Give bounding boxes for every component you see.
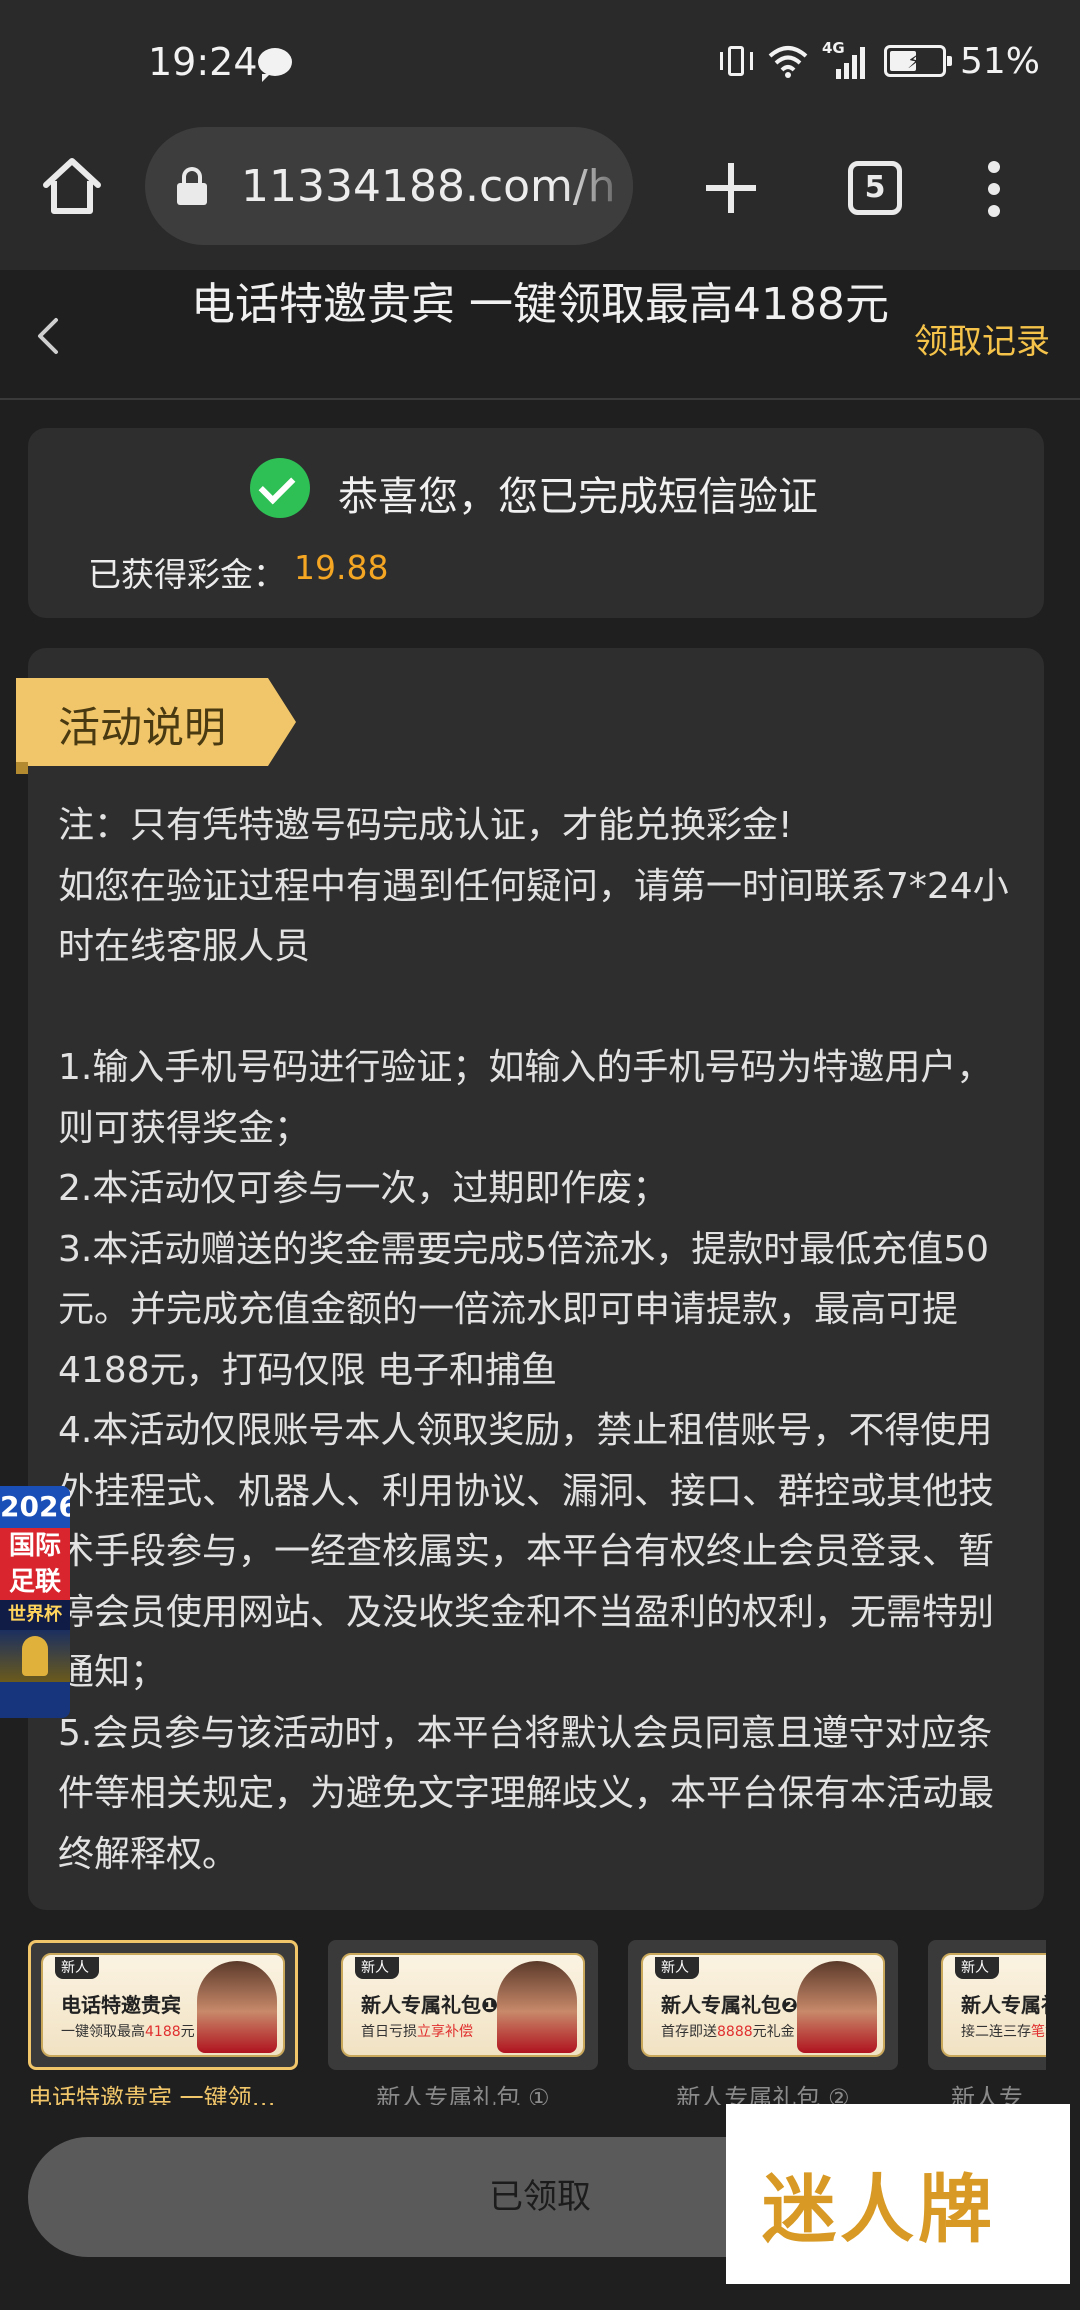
gift-subtitle: 首存即送8888元礼金 <box>661 2024 795 2040</box>
new-user-badge: 新人 <box>55 1957 99 1979</box>
verification-success-card: 恭喜您，您已完成短信验证 已获得彩金： 19.88 <box>28 428 1044 618</box>
bonus-value: 19.88 <box>294 548 389 587</box>
gift-title: 电话特邀贵宾 <box>61 1993 181 2017</box>
model-image <box>497 1961 577 2053</box>
battery-percent: 51% <box>959 40 1040 82</box>
chat-notification-icon <box>258 48 292 82</box>
rule-4: 4.本活动仅限账号本人领取奖励，禁止租借账号，不得使用外挂程式、机器人、利用协议… <box>58 1410 995 1693</box>
watermark-logo: 迷人牌 <box>726 2104 1070 2284</box>
activity-tag-label: 活动说明 <box>58 703 227 752</box>
gift-banner: 新人 新人专属礼包❷ 首存即送8888元礼金 <box>628 1940 898 2070</box>
badge-year: 2026 <box>0 1486 70 1528</box>
gift-banner: 新人 电话特邀贵宾 一键领取最高4188元 <box>28 1940 298 2070</box>
back-icon[interactable] <box>36 316 60 356</box>
gift-banner: 新人 新人专属礼包❶ 首日亏损立享补偿 <box>328 1940 598 2070</box>
rule-5: 5.会员参与该活动时，本平台将默认会员同意且遵守对应条件等相关规定，为避免文字理… <box>58 1712 995 1875</box>
badge-line-3: 世界杯 <box>0 1600 70 1630</box>
rule-note: 注：只有凭特邀号码完成认证，才能兑换彩金! <box>58 805 793 846</box>
address-bar[interactable]: 11334188.com/h <box>145 127 633 245</box>
browser-toolbar: 11334188.com/h 5 <box>0 125 1080 270</box>
page-header: 电话特邀贵宾 一键领取最高4188元 领取记录 <box>0 270 1080 400</box>
model-image <box>797 1961 877 2053</box>
check-circle-icon <box>250 458 310 518</box>
gift-card[interactable]: 新人 新人专属礼包❶ 首日亏损立享补偿 新人专属礼包 ① <box>328 1940 598 2113</box>
activity-rules: 注：只有凭特邀号码完成认证，才能兑换彩金! 如您在验证过程中有遇到任何疑问，请第… <box>58 796 1010 1885</box>
new-tab-icon[interactable] <box>706 163 756 213</box>
page-title: 电话特邀贵宾 一键领取最高4188元 <box>191 279 889 330</box>
new-user-badge: 新人 <box>955 1957 999 1979</box>
model-image <box>197 1961 277 2053</box>
gift-title: 新人专属礼包❶ <box>361 1993 498 2017</box>
gift-card[interactable]: 新人 新人专属礼包❷ 首存即送8888元礼金 新人专属礼包 ② <box>628 1940 898 2113</box>
gift-title: 新人专属礼包❷ <box>661 1993 798 2017</box>
vibrate-icon <box>718 44 754 78</box>
new-user-badge: 新人 <box>655 1957 699 1979</box>
home-icon[interactable] <box>40 155 104 219</box>
url-text: 11334188.com/h <box>241 161 616 212</box>
gift-card[interactable]: 新人 电话特邀贵宾 一键领取最高4188元 电话特邀贵宾 一键领取最高4188元 <box>28 1940 298 2113</box>
badge-line-1: 国际 <box>0 1528 70 1564</box>
new-user-badge: 新人 <box>355 1957 399 1979</box>
watermark-text: 迷人牌 <box>762 2167 996 2253</box>
rule-spacer <box>58 978 1010 1039</box>
gift-carousel: 新人 电话特邀贵宾 一键领取最高4188元 电话特邀贵宾 一键领取最高4188元… <box>0 1940 1080 2113</box>
claim-records-link[interactable]: 领取记录 <box>914 314 1050 363</box>
tab-switcher-button[interactable]: 5 <box>848 161 902 215</box>
cellular-signal-icon: 4G <box>822 39 870 79</box>
status-time: 19:24 <box>148 40 258 84</box>
rule-3: 3.本活动赠送的奖金需要完成5倍流水，提款时最低充值50元。并完成充值金额的一倍… <box>58 1228 990 1391</box>
rule-1: 1.输入手机号码进行验证；如输入的手机号码为特邀用户，则可获得奖金； <box>58 1047 993 1149</box>
success-message: 恭喜您，您已完成短信验证 <box>338 474 818 520</box>
network-type: 4G <box>821 39 845 57</box>
bonus-label: 已获得彩金： <box>88 555 286 594</box>
gift-banner: 新人 新人专属礼包 接二连三存笔笔 <box>928 1940 1046 2070</box>
rule-2: 2.本活动仅可参与一次，过期即作废； <box>58 1168 669 1209</box>
status-icons: 4G ⚡ 51% <box>718 38 1040 84</box>
gift-subtitle: 首日亏损立享补偿 <box>361 2024 473 2040</box>
gift-title: 新人专属礼包 <box>961 1993 1046 2017</box>
wifi-icon <box>768 46 808 78</box>
trophy-icon <box>0 1630 70 1682</box>
badge-line-2: 足联 <box>0 1564 70 1600</box>
rule-contact: 如您在验证过程中有遇到任何疑问，请第一时间联系7*24小时在线客服人员 <box>58 865 1009 968</box>
more-menu-icon[interactable] <box>988 161 1000 217</box>
status-bar: 19:24 4G ⚡ 51% <box>0 0 1080 125</box>
gift-subtitle: 一键领取最高4188元 <box>61 2024 195 2040</box>
gift-subtitle: 接二连三存笔笔 <box>961 2024 1046 2040</box>
gift-card[interactable]: 新人 新人专属礼包 接二连三存笔笔 新人专 <box>928 1940 1046 2113</box>
lock-icon <box>177 167 207 205</box>
battery-charging-icon: ⚡ <box>883 45 952 77</box>
world-cup-float-badge[interactable]: 2026 国际 足联 世界杯 <box>0 1486 70 1718</box>
